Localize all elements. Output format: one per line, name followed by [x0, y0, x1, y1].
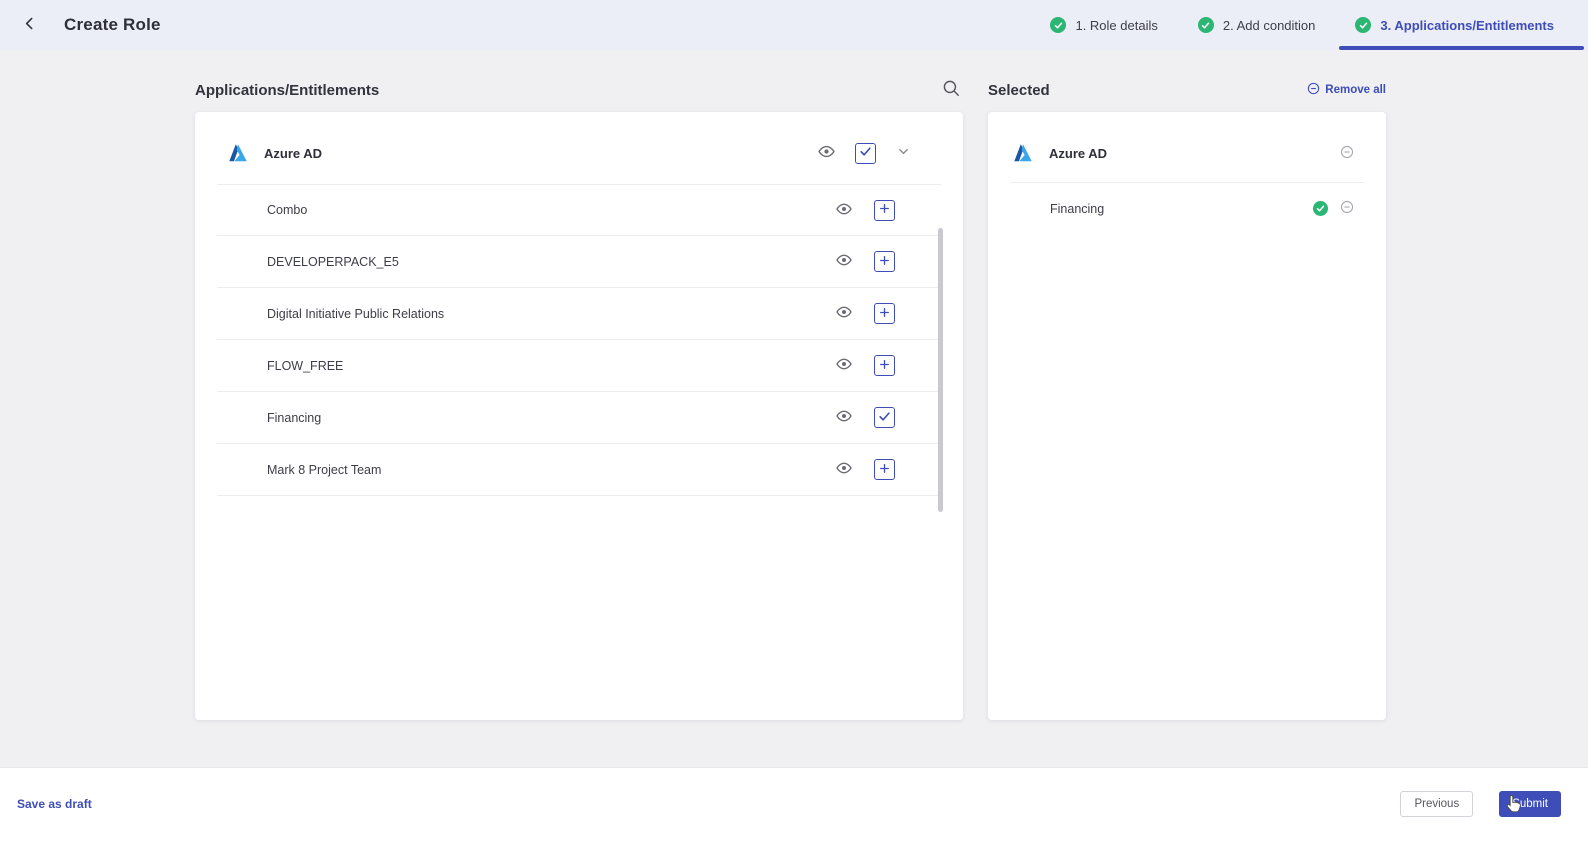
app-group-name: Azure AD [264, 145, 323, 161]
selected-entitlement-label: Financing [1050, 201, 1105, 216]
view-entitlement-button[interactable] [834, 302, 854, 325]
save-as-draft-link[interactable]: Save as draft [17, 797, 92, 811]
create-role-page: Create Role 1. Role details 2. Add condi… [0, 0, 1588, 846]
check-icon [878, 410, 891, 426]
step-complete-icon [1197, 17, 1214, 33]
entitlement-row: Financing [217, 392, 941, 444]
remove-all-label: Remove all [1325, 84, 1386, 96]
add-entitlement-button[interactable] [874, 459, 895, 480]
footer-bar: Save as draft Previous Submit [0, 768, 1588, 846]
entitlement-label: Digital Initiative Public Relations [267, 306, 445, 321]
azure-ad-logo-icon [227, 142, 249, 164]
view-entitlement-button[interactable] [834, 406, 854, 429]
entitlement-list: Combo DEVELOPERPACK_E5 Digital Initiativ… [217, 184, 941, 496]
plus-icon [878, 358, 891, 374]
minus-circle-icon [1307, 82, 1320, 98]
selected-card: Azure AD Financing [988, 112, 1386, 720]
applications-panel-title: Applications/Entitlements [195, 81, 380, 99]
eye-icon [836, 408, 852, 427]
selected-entitlement-row: Financing [1010, 182, 1364, 234]
step-label: 1. Role details [1075, 17, 1158, 33]
entitlement-label: Financing [267, 410, 322, 425]
eye-icon [836, 201, 852, 220]
search-icon [942, 79, 961, 101]
submit-button[interactable]: Submit [1499, 791, 1561, 817]
view-entitlement-button[interactable] [834, 354, 854, 377]
eye-icon [818, 143, 835, 163]
list-scrollbar[interactable] [938, 228, 943, 512]
view-entitlement-button[interactable] [834, 250, 854, 273]
app-group-row: Azure AD [217, 124, 941, 182]
plus-icon [878, 202, 891, 218]
wizard-stepper: 1. Role details 2. Add condition 3. Appl… [1030, 0, 1584, 50]
entitlement-row: Combo [217, 184, 941, 236]
entitlement-label: FLOW_FREE [267, 358, 344, 373]
previous-button[interactable]: Previous [1400, 791, 1474, 817]
step-label: 3. Applications/Entitlements [1380, 17, 1554, 33]
active-step-indicator [1339, 46, 1584, 50]
selected-panel-title: Selected [988, 81, 1050, 99]
minus-circle-icon [1340, 145, 1354, 162]
entitlement-row: DEVELOPERPACK_E5 [217, 236, 941, 288]
applications-card: Azure AD Combo DEVELOPERPACK_E5 Digital … [195, 112, 963, 720]
top-bar: Create Role 1. Role details 2. Add condi… [0, 0, 1588, 50]
submit-button-label: Submit [1512, 798, 1548, 810]
remove-all-button[interactable]: Remove all [1307, 82, 1386, 98]
eye-icon [836, 460, 852, 479]
step-complete-icon [1355, 17, 1372, 33]
entitlement-row: Digital Initiative Public Relations [217, 288, 941, 340]
select-all-checkbox[interactable] [855, 142, 876, 164]
plus-icon [878, 462, 891, 478]
chevron-left-icon [21, 15, 38, 35]
view-entitlement-button[interactable] [834, 199, 854, 222]
add-entitlement-button[interactable] [874, 251, 895, 272]
step-label: 2. Add condition [1222, 17, 1316, 33]
main-content: Applications/Entitlements Azure AD Combo… [0, 50, 1588, 768]
back-button[interactable] [16, 12, 42, 38]
entitlement-label: Mark 8 Project Team [267, 462, 382, 477]
plus-icon [878, 254, 891, 270]
add-entitlement-button[interactable] [874, 199, 895, 221]
search-button[interactable] [940, 77, 963, 103]
selected-group-row: Azure AD [1010, 124, 1364, 182]
view-entitlements-button[interactable] [816, 141, 837, 165]
entitlement-row: Mark 8 Project Team [217, 444, 941, 496]
eye-icon [836, 304, 852, 323]
entitlement-selected-checkbox[interactable] [874, 407, 895, 428]
selected-panel: Selected Remove all Azure AD Financing [988, 76, 1386, 768]
remove-group-button[interactable] [1338, 143, 1356, 164]
page-title: Create Role [64, 15, 161, 34]
added-status-icon [1313, 201, 1328, 216]
step-role-details[interactable]: 1. Role details [1030, 0, 1177, 50]
applications-panel: Applications/Entitlements Azure AD Combo… [195, 76, 963, 768]
view-entitlement-button[interactable] [834, 458, 854, 481]
collapse-group-button[interactable] [894, 142, 913, 164]
eye-icon [836, 356, 852, 375]
remove-entitlement-button[interactable] [1338, 198, 1356, 219]
azure-ad-logo-icon [1012, 142, 1034, 164]
entitlement-label: DEVELOPERPACK_E5 [267, 254, 399, 269]
plus-icon [878, 306, 891, 322]
add-entitlement-button[interactable] [874, 303, 895, 324]
check-icon [859, 145, 872, 161]
step-add-condition[interactable]: 2. Add condition [1178, 0, 1336, 50]
selected-group-name: Azure AD [1049, 145, 1108, 161]
entitlement-label: Combo [267, 203, 308, 217]
step-complete-icon [1050, 17, 1067, 33]
add-entitlement-button[interactable] [874, 355, 895, 376]
eye-icon [836, 252, 852, 271]
step-applications-entitlements[interactable]: 3. Applications/Entitlements [1335, 0, 1584, 50]
entitlement-row: FLOW_FREE [217, 340, 941, 392]
chevron-down-icon [896, 144, 911, 162]
minus-circle-icon [1340, 200, 1354, 217]
